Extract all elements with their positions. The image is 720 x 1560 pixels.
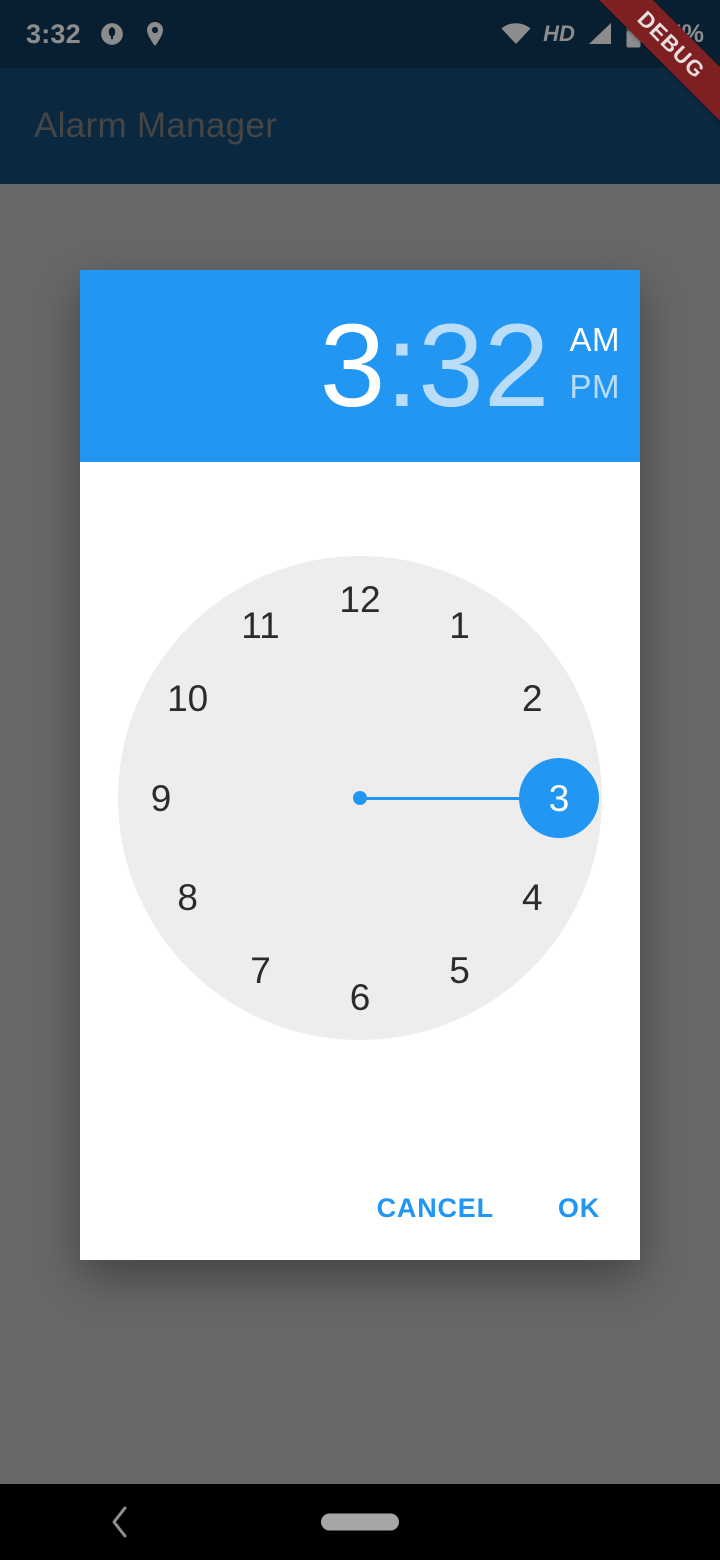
pm-toggle[interactable]: PM xyxy=(570,364,621,411)
clock-number-3[interactable]: 3 xyxy=(531,770,587,826)
am-pm-toggle-group: AM PM xyxy=(570,317,621,411)
clock-number-10[interactable]: 10 xyxy=(160,671,216,727)
clock-number-11[interactable]: 11 xyxy=(233,598,289,654)
clock-number-1[interactable]: 1 xyxy=(432,598,488,654)
ok-button[interactable]: OK xyxy=(540,1179,618,1238)
cancel-button[interactable]: CANCEL xyxy=(359,1179,512,1238)
minute-value[interactable]: 32 xyxy=(418,307,549,425)
clock-number-2[interactable]: 2 xyxy=(504,671,560,727)
clock-number-5[interactable]: 5 xyxy=(432,942,488,998)
clock-number-8[interactable]: 8 xyxy=(160,870,216,926)
clock-face[interactable]: 12 1 2 3 4 5 6 7 8 9 10 11 xyxy=(118,556,602,1040)
clock-number-6[interactable]: 6 xyxy=(332,969,388,1025)
time-separator: : xyxy=(385,300,419,432)
time-numbers-group: 3 : 32 xyxy=(320,307,550,425)
clock-number-9[interactable]: 9 xyxy=(133,770,189,826)
time-picker-dialog: 3 : 32 AM PM 12 1 2 3 4 5 6 7 8 9 10 11 CANCEL OK xyxy=(80,270,640,1260)
clock-number-4[interactable]: 4 xyxy=(504,870,560,926)
hour-value[interactable]: 3 xyxy=(320,307,386,425)
home-pill-indicator[interactable] xyxy=(321,1513,399,1531)
system-navigation-bar xyxy=(0,1484,720,1560)
clock-number-7[interactable]: 7 xyxy=(233,942,289,998)
time-picker-body: 12 1 2 3 4 5 6 7 8 9 10 11 CANCEL OK xyxy=(80,462,640,1260)
clock-center-dot xyxy=(353,791,367,805)
dialog-action-buttons: CANCEL OK xyxy=(359,1179,618,1238)
chevron-left-icon[interactable] xyxy=(98,1500,142,1544)
time-picker-header: 3 : 32 AM PM xyxy=(80,270,640,462)
clock-number-12[interactable]: 12 xyxy=(332,571,388,627)
phone-screen: Alarm Manager 3:32 HD 3: 32 AM PM 12 1 … xyxy=(0,0,720,1560)
am-toggle[interactable]: AM xyxy=(570,317,621,364)
time-display: 3 : 32 AM PM xyxy=(320,307,620,425)
